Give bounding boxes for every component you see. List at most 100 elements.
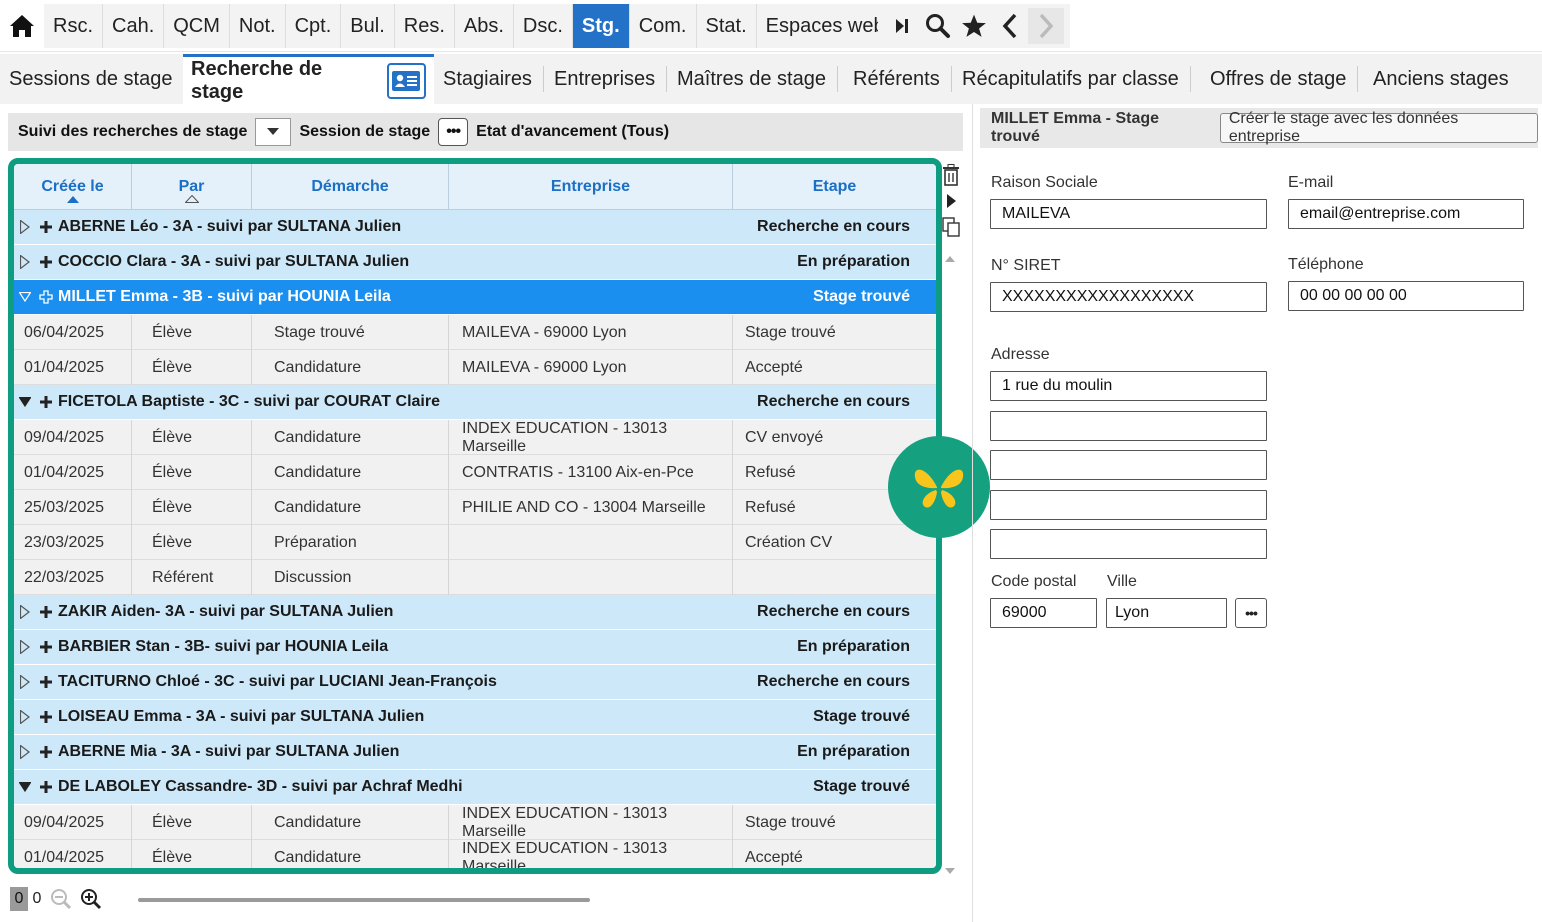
table-row[interactable]: 06/04/2025 Élève Stage trouvé MAILEVA - 690… xyxy=(14,315,936,350)
menu-item-bul[interactable]: Bul. xyxy=(341,4,395,48)
group-row[interactable]: DE LABOLEY Cassandre- 3D - suivi par Ach… xyxy=(14,770,936,805)
col-header-etape[interactable]: Etape xyxy=(733,164,936,210)
zoom-out-icon[interactable] xyxy=(46,886,76,912)
expand-icon[interactable] xyxy=(14,640,36,654)
star-icon[interactable] xyxy=(956,8,992,44)
expand-right-icon[interactable] xyxy=(940,188,962,214)
collapse-icon[interactable] xyxy=(14,292,36,302)
add-icon[interactable] xyxy=(36,641,56,653)
table-row[interactable]: 25/03/2025 Élève Candidature PHILIE AND CO … xyxy=(14,490,936,525)
group-row[interactable]: MILLET Emma - 3B - suivi par HOUNIA Leil… xyxy=(14,280,936,315)
group-row[interactable]: ZAKIR Aiden- 3A - suivi par SULTANA Juli… xyxy=(14,595,936,630)
menu-item-stat[interactable]: Stat. xyxy=(696,4,757,48)
collapse-icon[interactable] xyxy=(14,397,36,407)
vertical-scrollbar[interactable] xyxy=(942,250,958,880)
expand-icon[interactable] xyxy=(14,220,36,234)
expand-icon[interactable] xyxy=(14,255,36,269)
tab-entreprises[interactable]: Entreprises xyxy=(554,54,668,104)
menu-item-abs[interactable]: Abs. xyxy=(454,4,514,48)
group-name: MILLET Emma - 3B - suivi par HOUNIA Leil… xyxy=(58,288,391,305)
adresse-line-3[interactable] xyxy=(990,450,1267,480)
id-card-icon[interactable] xyxy=(386,62,426,99)
table-row[interactable]: 22/03/2025 Référent Discussion xyxy=(14,560,936,595)
col-header-demarche[interactable]: Démarche xyxy=(252,164,449,210)
add-icon[interactable] xyxy=(36,396,56,408)
copy-icon[interactable] xyxy=(940,214,962,240)
forward-arrow-icon[interactable] xyxy=(1028,8,1064,44)
add-icon[interactable] xyxy=(36,256,56,268)
add-icon[interactable] xyxy=(36,221,56,233)
expand-icon[interactable] xyxy=(14,605,36,619)
menu-item-not[interactable]: Not. xyxy=(229,4,286,48)
menu-item-dsc[interactable]: Dsc. xyxy=(513,4,573,48)
table-row[interactable]: 01/04/2025 Élève Candidature MAILEVA - 6900… xyxy=(14,350,936,385)
table-row[interactable]: 01/04/2025 Élève Candidature CONTRATIS - 13… xyxy=(14,455,936,490)
zoom-in-icon[interactable] xyxy=(76,886,106,912)
add-icon[interactable] xyxy=(36,781,56,793)
tab-stagiaires[interactable]: Stagiaires xyxy=(443,54,544,104)
back-arrow-icon[interactable] xyxy=(992,8,1028,44)
adresse-line-2[interactable] xyxy=(990,411,1267,441)
filter-label-etat[interactable]: Etat d'avancement (Tous) xyxy=(476,123,669,141)
search-icon[interactable] xyxy=(920,8,956,44)
group-row[interactable]: LOISEAU Emma - 3A - suivi par SULTANA Ju… xyxy=(14,700,936,735)
tab-anciens-stages[interactable]: Anciens stages xyxy=(1373,54,1509,104)
add-icon[interactable] xyxy=(36,676,56,688)
menu-item-res[interactable]: Res. xyxy=(394,4,455,48)
group-row[interactable]: COCCIO Clara - 3A - suivi par SULTANA Ju… xyxy=(14,245,936,280)
code-postal-field[interactable]: 69000 xyxy=(990,598,1097,628)
adresse-line-4[interactable] xyxy=(990,490,1267,520)
menu-item-stg[interactable]: Stg. xyxy=(572,4,630,48)
menu-item-com[interactable]: Com. xyxy=(629,4,697,48)
group-row[interactable]: BARBIER Stan - 3B- suivi par HOUNIA Leil… xyxy=(14,630,936,665)
tab-referents[interactable]: Référents xyxy=(853,54,952,104)
raison-sociale-field[interactable]: MAILEVA xyxy=(990,199,1267,229)
menu-item-cpt[interactable]: Cpt. xyxy=(285,4,342,48)
telephone-field[interactable]: 00 00 00 00 00 xyxy=(1288,281,1524,311)
group-row[interactable]: ABERNE Mia - 3A - suivi par SULTANA Juli… xyxy=(14,735,936,770)
tab-maitres-de-stage[interactable]: Maîtres de stage xyxy=(677,54,838,104)
col-header-creee-le[interactable]: Créée le xyxy=(14,164,132,210)
session-picker-button[interactable]: ••• xyxy=(438,118,469,146)
tab-sessions-de-stage[interactable]: Sessions de stage xyxy=(9,54,185,104)
home-icon[interactable] xyxy=(0,4,44,48)
horizontal-scrollbar[interactable] xyxy=(138,898,590,902)
tab-recherche-de-stage[interactable]: Recherche de stage xyxy=(183,54,434,104)
trash-icon[interactable] xyxy=(940,162,962,188)
add-icon[interactable] xyxy=(36,746,56,758)
suivi-dropdown[interactable] xyxy=(255,118,292,146)
add-icon[interactable] xyxy=(36,290,56,304)
table-row[interactable]: 23/03/2025 Élève Préparation Création CV xyxy=(14,525,936,560)
ville-picker-button[interactable]: ••• xyxy=(1235,598,1267,628)
menu-item-cah[interactable]: Cah. xyxy=(103,4,165,48)
table-row[interactable]: 09/04/2025 Élève Candidature INDEX EDUCATIO… xyxy=(14,420,936,455)
collapse-icon[interactable] xyxy=(14,782,36,792)
adresse-line-1[interactable]: 1 rue du moulin xyxy=(990,371,1267,401)
siret-field[interactable]: XXXXXXXXXXXXXXXXXX xyxy=(990,282,1267,312)
table-row[interactable]: 01/04/2025 Élève Candidature INDEX EDUCATIO… xyxy=(14,840,936,868)
menu-item-rsc[interactable]: Rsc. xyxy=(44,4,103,48)
col-header-entreprise[interactable]: Entreprise xyxy=(449,164,733,210)
group-row[interactable]: TACITURNO Chloé - 3C - suivi par LUCIANI… xyxy=(14,665,936,700)
email-field[interactable]: email@entreprise.com xyxy=(1288,199,1524,229)
menu-item-qcm[interactable]: QCM xyxy=(164,4,230,48)
ville-field[interactable]: Lyon xyxy=(1106,598,1227,628)
tab-offres-de-stage[interactable]: Offres de stage xyxy=(1210,54,1359,104)
date-cell: 09/04/2025 xyxy=(14,805,132,840)
group-row[interactable]: FICETOLA Baptiste - 3C - suivi par COURA… xyxy=(14,385,936,420)
add-icon[interactable] xyxy=(36,711,56,723)
create-stage-button[interactable]: Créer le stage avec les données entrepri… xyxy=(1219,110,1538,145)
add-icon[interactable] xyxy=(36,606,56,618)
expand-icon[interactable] xyxy=(14,675,36,689)
expand-icon[interactable] xyxy=(14,745,36,759)
menu-item-espaces-web[interactable]: Espaces web xyxy=(756,4,895,48)
adresse-line-5[interactable] xyxy=(990,529,1267,559)
col-header-par[interactable]: Par xyxy=(132,164,252,210)
group-row[interactable]: ABERNE Léo - 3A - suivi par SULTANA Juli… xyxy=(14,210,936,245)
first-page-icon[interactable] xyxy=(884,8,920,44)
demarche-cell: Candidature xyxy=(252,490,449,525)
detail-header: MILLET Emma - Stage trouvé Créer le stag… xyxy=(980,108,1538,148)
expand-icon[interactable] xyxy=(14,710,36,724)
tab-recapitulatifs-par-classe[interactable]: Récapitulatifs par classe xyxy=(962,54,1191,104)
table-row[interactable]: 09/04/2025 Élève Candidature INDEX EDUCATIO… xyxy=(14,805,936,840)
